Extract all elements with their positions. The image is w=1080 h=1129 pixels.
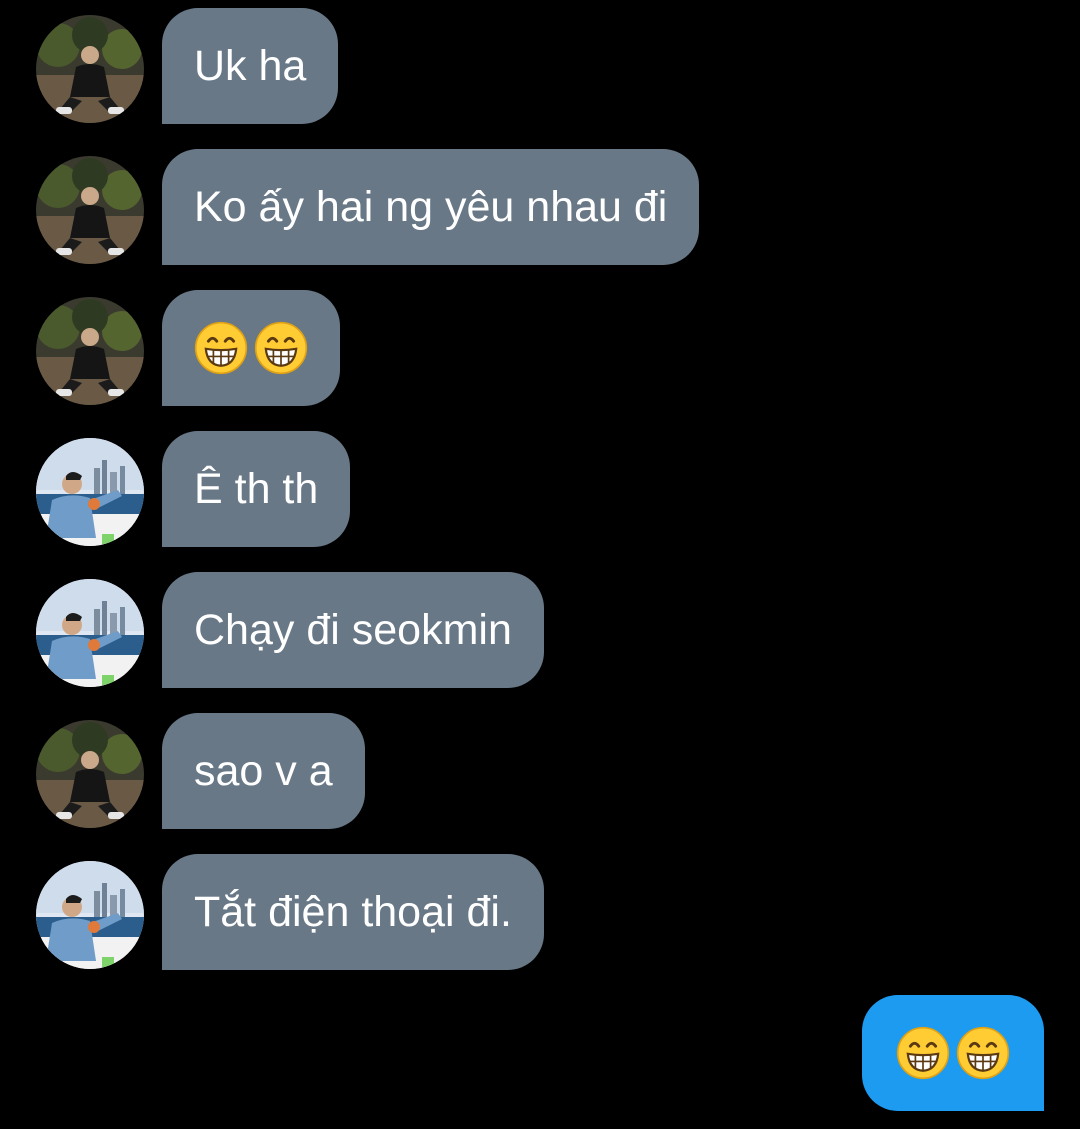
- avatar-image: [36, 861, 144, 969]
- message-row: Uk ha: [0, 8, 1080, 126]
- avatar[interactable]: [36, 861, 144, 969]
- avatar-image: [36, 297, 144, 405]
- message-text: Uk ha: [194, 42, 307, 90]
- message-row: sao v a: [0, 713, 1080, 831]
- message-bubble-outgoing[interactable]: [862, 995, 1044, 1111]
- grinning-face-emoji: [956, 1026, 1010, 1080]
- message-row: Ko ấy hai ng yêu nhau đi: [0, 149, 1080, 267]
- avatar-image: [36, 720, 144, 828]
- avatar-image: [36, 438, 144, 546]
- emoji-group: [194, 290, 308, 406]
- message-bubble-incoming[interactable]: sao v a: [162, 713, 365, 829]
- message-text: Ko ấy hai ng yêu nhau đi: [194, 183, 668, 231]
- message-text: Chạy đi seokmin: [194, 606, 512, 654]
- message-bubble-incoming[interactable]: Uk ha: [162, 8, 339, 124]
- avatar-image: [36, 579, 144, 687]
- message-text: Tắt điện thoại đi.: [194, 888, 512, 936]
- grinning-face-emoji: [194, 321, 248, 375]
- message-row: Chạy đi seokmin: [0, 572, 1080, 690]
- message-bubble-incoming[interactable]: Ko ấy hai ng yêu nhau đi: [162, 149, 700, 265]
- message-bubble-incoming[interactable]: Tắt điện thoại đi.: [162, 854, 544, 970]
- message-bubble-incoming[interactable]: Ê th th: [162, 431, 351, 547]
- avatar-image: [36, 15, 144, 123]
- message-text: Ê th th: [194, 465, 319, 513]
- avatar[interactable]: [36, 156, 144, 264]
- message-bubble-incoming[interactable]: [162, 290, 340, 406]
- avatar[interactable]: [36, 15, 144, 123]
- grinning-face-emoji: [896, 1026, 950, 1080]
- avatar[interactable]: [36, 297, 144, 405]
- message-row: Tắt điện thoại đi.: [0, 854, 1080, 972]
- avatar[interactable]: [36, 438, 144, 546]
- grinning-face-emoji: [254, 321, 308, 375]
- message-text: sao v a: [194, 747, 333, 795]
- message-row: Ê th th: [0, 431, 1080, 549]
- message-thread: Uk ha Ko ấy hai ng yêu nhau đi Ê th th C…: [0, 0, 1080, 1129]
- avatar[interactable]: [36, 720, 144, 828]
- message-bubble-incoming[interactable]: Chạy đi seokmin: [162, 572, 544, 688]
- message-row: [0, 290, 1080, 408]
- avatar-image: [36, 156, 144, 264]
- avatar[interactable]: [36, 579, 144, 687]
